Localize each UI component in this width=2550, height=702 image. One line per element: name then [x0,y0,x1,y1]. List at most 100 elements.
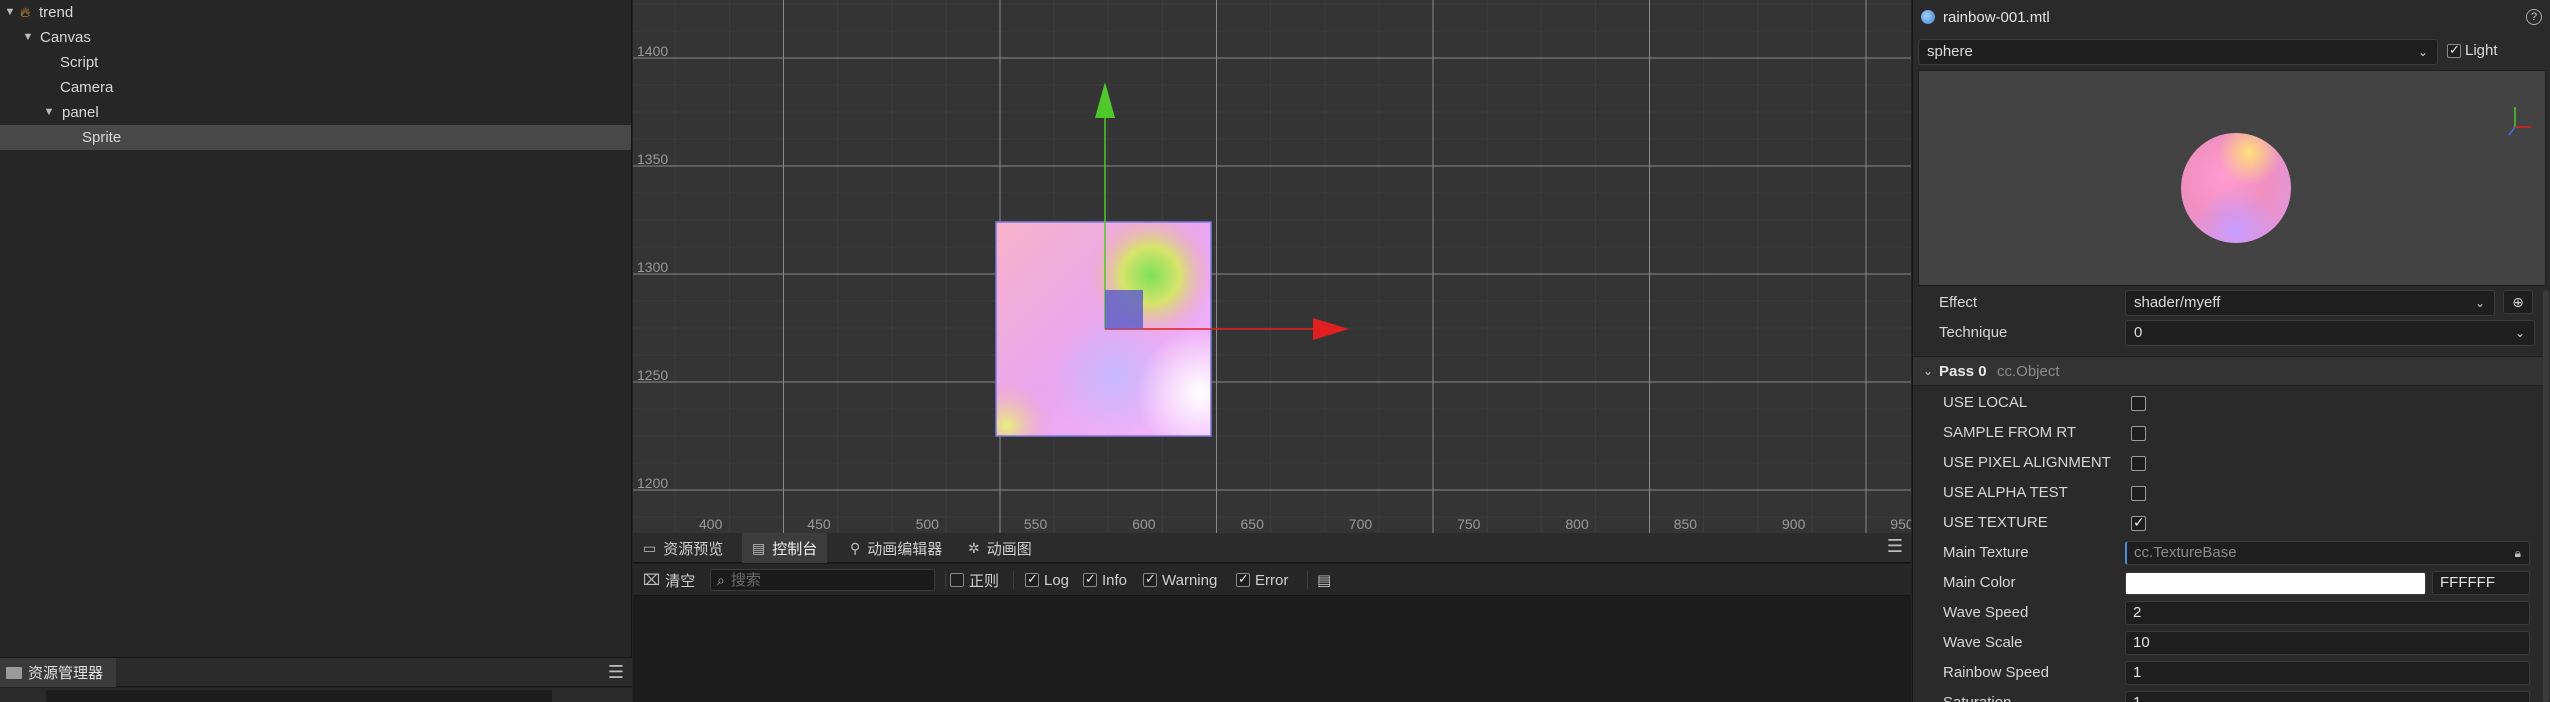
regex-toggle[interactable]: 正则 [950,570,999,590]
rainbow-speed-field[interactable]: 1 [2125,661,2530,685]
console-search-input[interactable] [730,571,911,589]
chevron-down-icon[interactable]: ▼ [21,25,35,50]
define-checkbox[interactable] [2131,486,2146,501]
filter-log[interactable]: Log [1025,570,1069,590]
tab-label: 动画图 [986,540,1032,558]
filter-error[interactable]: Error [1236,570,1288,590]
console-search[interactable]: ⌕ [710,569,935,591]
tab-label: 控制台 [772,540,818,558]
effect-select[interactable]: shader/myeff ⌄ [2125,290,2495,316]
tab-asset-preview[interactable]: ▭ 资源预览 [633,533,733,563]
define-checkbox[interactable] [2131,396,2146,411]
technique-row: Technique 0 ⌄ [1913,318,2550,348]
xy-plane-handle[interactable] [1105,290,1143,329]
technique-select[interactable]: 0 ⌄ [2125,320,2535,346]
preview-sphere [2181,133,2291,243]
inspector-header: rainbow-001.mtl [1913,0,2550,34]
assets-search-input[interactable] [46,690,552,702]
tree-node-label: Canvas [40,29,91,46]
x-tick-label: 950 [1890,516,1911,532]
regex-checkbox[interactable] [950,573,964,587]
asset-title: rainbow-001.mtl [1943,8,2050,26]
tree-node-canvas[interactable]: ▼ Canvas [0,25,631,50]
y-tick-label: 1300 [637,259,668,275]
tree-node-trend[interactable]: ▼ 🔥︎ trend [0,0,631,25]
bottom-tab-bar: ▭ 资源预览 ▤ 控制台 ⚲ 动画编辑器 ✲ 动画图 ☰ [633,533,1911,563]
tree-node-panel[interactable]: ▼ panel [0,100,631,125]
define-label: USE TEXTURE [1943,514,2048,531]
menu-icon[interactable]: ☰ [608,662,624,683]
material-icon [1921,10,1935,24]
chevron-down-icon[interactable]: ▼ [42,100,56,125]
chevron-down-icon: ⌄ [2474,296,2485,310]
color-swatch[interactable] [2125,572,2426,595]
preview-shape-select[interactable]: sphere ⌄ [1918,39,2438,65]
define-label: USE ALPHA TEST [1943,484,2068,501]
x-axis-ticks: 400 450 500 550 600 650 700 750 800 850 900 950 [699,516,1911,532]
main-texture-asset-field[interactable]: cc.TextureBase 🔒︎ [2125,541,2530,565]
y-arrow-icon[interactable] [1095,82,1115,118]
lock-icon[interactable]: 🔒︎ [2515,542,2521,564]
filter-warning-label: Warning [1162,571,1218,589]
console-icon: ▤ [752,539,766,556]
technique-value: 0 [2134,324,2143,341]
main-texture-row: Main Texture cc.TextureBase 🔒︎ [1913,538,2550,568]
log-checkbox[interactable] [1025,571,1039,587]
y-tick-label: 1200 [637,475,668,491]
tab-animation-editor[interactable]: ⚲ 动画编辑器 [840,533,952,563]
preview-toolbar: sphere ⌄ Light [1918,38,2546,66]
chevron-down-icon[interactable]: ▼ [3,0,17,25]
open-log-button[interactable]: ▤ [1317,570,1331,590]
pass-type: cc.Object [1997,363,2060,380]
x-tick-label: 850 [1674,516,1698,532]
wave-speed-field[interactable]: 2 [2125,601,2530,625]
filter-info[interactable]: Info [1083,570,1127,590]
main-color-hex-field[interactable]: FFFFFF [2432,571,2530,595]
saturation-field[interactable]: 1 [2125,691,2530,702]
light-toggle[interactable]: Light [2447,42,2498,59]
main-color-row: Main Color FFFFFF [1913,568,2550,598]
tree-node-label: panel [62,104,99,121]
x-tick-label: 800 [1565,516,1589,532]
tree-node-sprite[interactable]: Sprite [0,125,631,150]
chevron-down-icon[interactable]: ⌄ [1923,364,1933,378]
tab-animation-graph[interactable]: ✲ 动画图 [958,533,1042,563]
preview-shape-value: sphere [1927,43,1973,60]
help-icon[interactable]: ? [2526,9,2542,25]
light-checkbox[interactable] [2447,42,2461,58]
warning-checkbox[interactable] [1143,571,1157,587]
tree-node-script[interactable]: Script [0,50,631,75]
rainbow-speed-value: 1 [2133,664,2142,681]
material-preview[interactable] [1918,70,2546,286]
main-texture-label: Main Texture [1943,544,2029,561]
define-checkbox[interactable] [2131,514,2146,531]
tree-node-camera[interactable]: Camera [0,75,631,100]
tree-node-label: Camera [60,79,114,96]
scene-view[interactable]: 1400 1350 1300 1250 1200 400 450 500 550 600 650 7… [633,0,1911,533]
x-arrow-icon[interactable] [1313,318,1349,340]
wave-speed-value: 2 [2133,604,2142,621]
saturation-label: Saturation [1943,688,2011,702]
tab-console[interactable]: ▤ 控制台 [742,533,828,563]
pass-section-header[interactable]: ⌄ Pass 0 cc.Object [1913,356,2549,386]
clear-button[interactable]: ⌧ 清空 [643,570,695,590]
rainbow-speed-label: Rainbow Speed [1943,664,2049,681]
menu-icon[interactable]: ☰ [1887,536,1903,557]
console-panel: ▭ 资源预览 ▤ 控制台 ⚲ 动画编辑器 ✲ 动画图 ☰ ⌧ 清空 ⌕ 正则 [633,533,1911,702]
wave-scale-field[interactable]: 10 [2125,631,2530,655]
inspector-scrollbar[interactable] [2543,290,2549,702]
effect-row: Effect shader/myeff ⌄ ⊕ [1913,288,2550,318]
info-checkbox[interactable] [1083,571,1097,587]
flame-icon: 🔥︎ [20,4,31,20]
locate-icon: ⊕ [2512,294,2524,310]
scene-canvas[interactable]: 1400 1350 1300 1250 1200 400 450 500 550 600 650 7… [633,0,1911,533]
define-checkbox[interactable] [2131,456,2146,471]
rainbow-speed-row: Rainbow Speed 1 [1913,658,2550,688]
error-checkbox[interactable] [1236,571,1250,587]
main-color-label: Main Color [1943,574,2016,591]
filter-warning[interactable]: Warning [1143,570,1217,590]
tab-assets[interactable]: 资源管理器 [0,658,116,687]
define-checkbox[interactable] [2131,426,2146,441]
locate-button[interactable]: ⊕ [2503,290,2533,314]
assets-panel-header: 资源管理器 ☰ [0,657,632,687]
